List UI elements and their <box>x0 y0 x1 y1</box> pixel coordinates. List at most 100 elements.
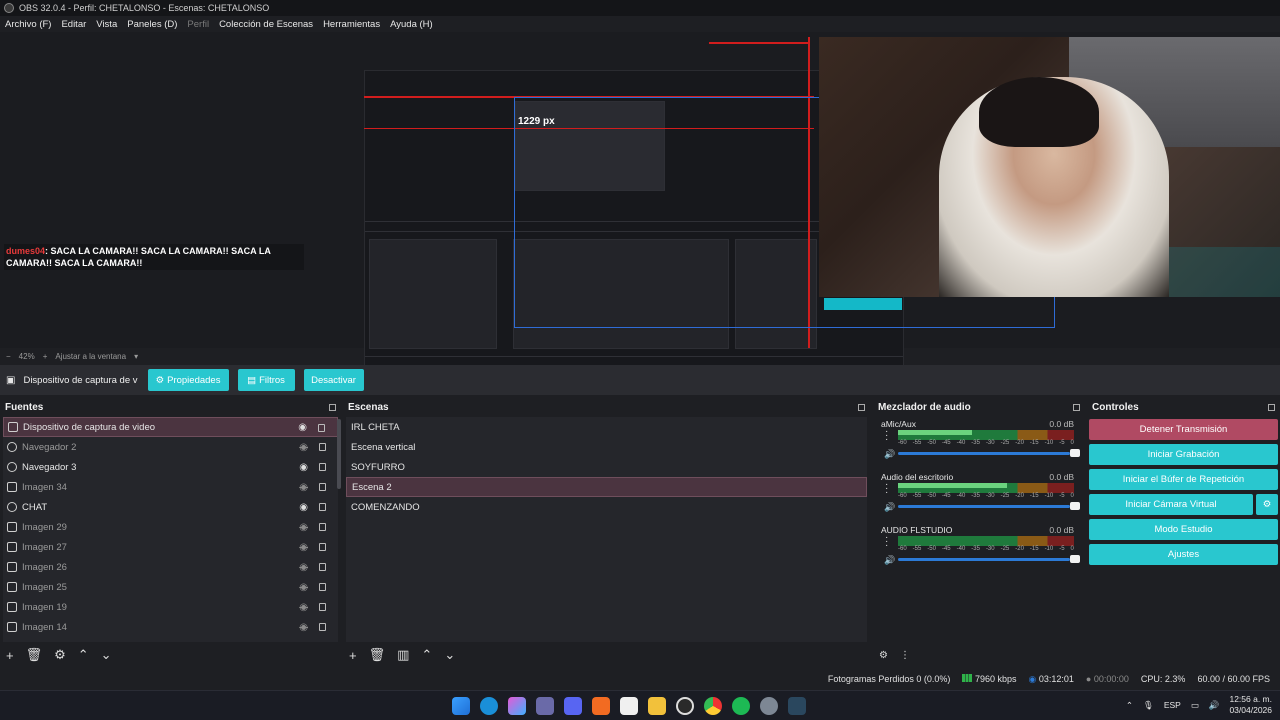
volume-icon[interactable]: 🔊 <box>1209 700 1220 711</box>
chrome-icon[interactable] <box>704 697 722 715</box>
eye-icon[interactable]: ◉ <box>298 422 307 433</box>
app-icon[interactable] <box>536 697 554 715</box>
network-icon[interactable]: ▭ <box>1191 700 1199 711</box>
eye-off-icon[interactable]: ◉ <box>299 542 308 553</box>
lock-icon[interactable] <box>319 523 326 531</box>
speaker-icon[interactable]: 🔊 <box>884 555 895 566</box>
trash-icon[interactable]: 🗑 <box>369 647 386 663</box>
eye-icon[interactable]: ◉ <box>299 502 308 513</box>
eye-off-icon[interactable]: ◉ <box>299 582 308 593</box>
spotify-icon[interactable] <box>732 697 750 715</box>
clock[interactable]: 12:56 a. m. 03/04/2026 <box>1229 694 1272 716</box>
settings-app-icon[interactable] <box>760 697 778 715</box>
advanced-audio-icon[interactable]: ⚙ <box>879 650 888 661</box>
eye-off-icon[interactable]: ◉ <box>299 442 308 453</box>
sources-scrollbar[interactable] <box>337 419 341 489</box>
source-item[interactable]: Imagen 34 ◉ <box>3 477 338 497</box>
zoom-out-icon[interactable]: − <box>6 352 11 361</box>
source-item[interactable]: Imagen 14 ◉ <box>3 617 338 637</box>
brave-icon[interactable] <box>592 697 610 715</box>
edge-icon[interactable] <box>480 697 498 715</box>
language-indicator[interactable]: ESP <box>1164 700 1181 710</box>
speaker-icon[interactable]: 🔊 <box>884 449 895 460</box>
settings-button[interactable]: Ajustes <box>1089 544 1278 565</box>
file-icon[interactable] <box>620 697 638 715</box>
dock-popout-icon[interactable] <box>1268 403 1275 411</box>
studio-mode-button[interactable]: Modo Estudio <box>1089 519 1278 540</box>
sources-list[interactable]: Dispositivo de captura de video ◉ Navegado… <box>3 417 338 642</box>
obs-taskbar-icon[interactable] <box>676 697 694 715</box>
scene-item[interactable]: IRL CHETA <box>346 417 867 437</box>
chevron-down-icon[interactable]: ▾ <box>134 352 138 361</box>
trash-icon[interactable]: 🗑 <box>26 647 43 663</box>
source-item[interactable]: Dispositivo de captura de video ◉ <box>3 417 338 437</box>
more-options-icon[interactable]: ⋮ <box>900 650 910 661</box>
volume-slider[interactable] <box>898 452 1070 455</box>
menu-vista[interactable]: Vista <box>96 19 117 30</box>
volume-slider-handle[interactable] <box>1070 555 1080 563</box>
deactivate-button[interactable]: Desactivar <box>303 369 364 391</box>
speaker-icon[interactable]: 🔊 <box>884 502 895 513</box>
eye-off-icon[interactable]: ◉ <box>299 602 308 613</box>
eye-off-icon[interactable]: ◉ <box>299 522 308 533</box>
start-replay-buffer-button[interactable]: Iniciar el Búfer de Repetición <box>1089 469 1278 490</box>
source-item[interactable]: Imagen 27 ◉ <box>3 537 338 557</box>
chevron-up-icon[interactable]: ⌃ <box>1126 700 1133 711</box>
stop-stream-button[interactable]: Detener Transmisión <box>1089 419 1278 440</box>
menu-archivo[interactable]: Archivo (F) <box>5 19 51 30</box>
more-options-icon[interactable]: · · · <box>885 427 888 445</box>
add-icon[interactable]: + <box>349 648 357 663</box>
lock-icon[interactable] <box>319 483 326 491</box>
filter-icon[interactable]: ▥ <box>397 647 409 663</box>
scene-item[interactable]: Escena 2 <box>346 477 867 497</box>
eye-off-icon[interactable]: ◉ <box>299 622 308 633</box>
menu-ayuda[interactable]: Ayuda (H) <box>390 19 433 30</box>
lock-icon[interactable] <box>319 543 326 551</box>
source-item[interactable]: CHAT ◉ <box>3 497 338 517</box>
lock-icon[interactable] <box>319 563 326 571</box>
lock-icon[interactable] <box>318 424 325 432</box>
source-item[interactable]: Imagen 25 ◉ <box>3 577 338 597</box>
add-icon[interactable]: + <box>6 648 14 663</box>
eye-off-icon[interactable]: ◉ <box>299 562 308 573</box>
menu-paneles[interactable]: Paneles (D) <box>127 19 177 30</box>
menu-herramientas[interactable]: Herramientas <box>323 19 380 30</box>
dock-popout-icon[interactable] <box>329 403 336 411</box>
lock-icon[interactable] <box>319 603 326 611</box>
lock-icon[interactable] <box>319 583 326 591</box>
volume-slider-handle[interactable] <box>1070 449 1080 457</box>
properties-button[interactable]: ⚙ Propiedades <box>147 369 229 391</box>
dock-popout-icon[interactable] <box>858 403 865 411</box>
eye-off-icon[interactable]: ◉ <box>299 482 308 493</box>
source-item[interactable]: Imagen 19 ◉ <box>3 597 338 617</box>
source-item[interactable]: Navegador 2 ◉ <box>3 437 338 457</box>
discord-icon[interactable] <box>564 697 582 715</box>
filters-button[interactable]: ▤ Filtros <box>237 369 295 391</box>
lock-icon[interactable] <box>319 443 326 451</box>
arrow-down-icon[interactable]: ⌄ <box>101 647 112 663</box>
windows-start-icon[interactable] <box>452 697 470 715</box>
lock-icon[interactable] <box>319 503 326 511</box>
folder-icon[interactable] <box>648 697 666 715</box>
gear-icon[interactable]: ⚙ <box>54 647 66 663</box>
source-item[interactable]: Navegador 3 ◉ <box>3 457 338 477</box>
arrow-down-icon[interactable]: ⌄ <box>444 647 455 663</box>
zoom-fit-label[interactable]: Ajustar a la ventana <box>55 352 126 361</box>
scene-item[interactable]: Escena vertical <box>346 437 867 457</box>
more-options-icon[interactable]: · · · <box>885 480 888 498</box>
start-recording-button[interactable]: Iniciar Grabación <box>1089 444 1278 465</box>
virtual-camera-settings-button[interactable]: ⚙ <box>1256 494 1278 515</box>
volume-slider[interactable] <box>898 558 1070 561</box>
lock-icon[interactable] <box>319 623 326 631</box>
volume-slider[interactable] <box>898 505 1070 508</box>
dock-popout-icon[interactable] <box>1073 403 1080 411</box>
copilot-icon[interactable] <box>508 697 526 715</box>
lock-icon[interactable] <box>319 463 326 471</box>
arrow-up-icon[interactable]: ⌃ <box>421 647 432 663</box>
eye-icon[interactable]: ◉ <box>299 462 308 473</box>
volume-slider-handle[interactable] <box>1070 502 1080 510</box>
start-virtual-camera-button[interactable]: Iniciar Cámara Virtual <box>1089 494 1253 515</box>
scene-item[interactable]: SOYFURRO <box>346 457 867 477</box>
preview-canvas[interactable]: 1229 px dumes04: SACA LA CAMARA!! SACA L… <box>0 32 1280 376</box>
scenes-list[interactable]: IRL CHETA Escena vertical SOYFURRO Escena 2… <box>346 417 867 642</box>
